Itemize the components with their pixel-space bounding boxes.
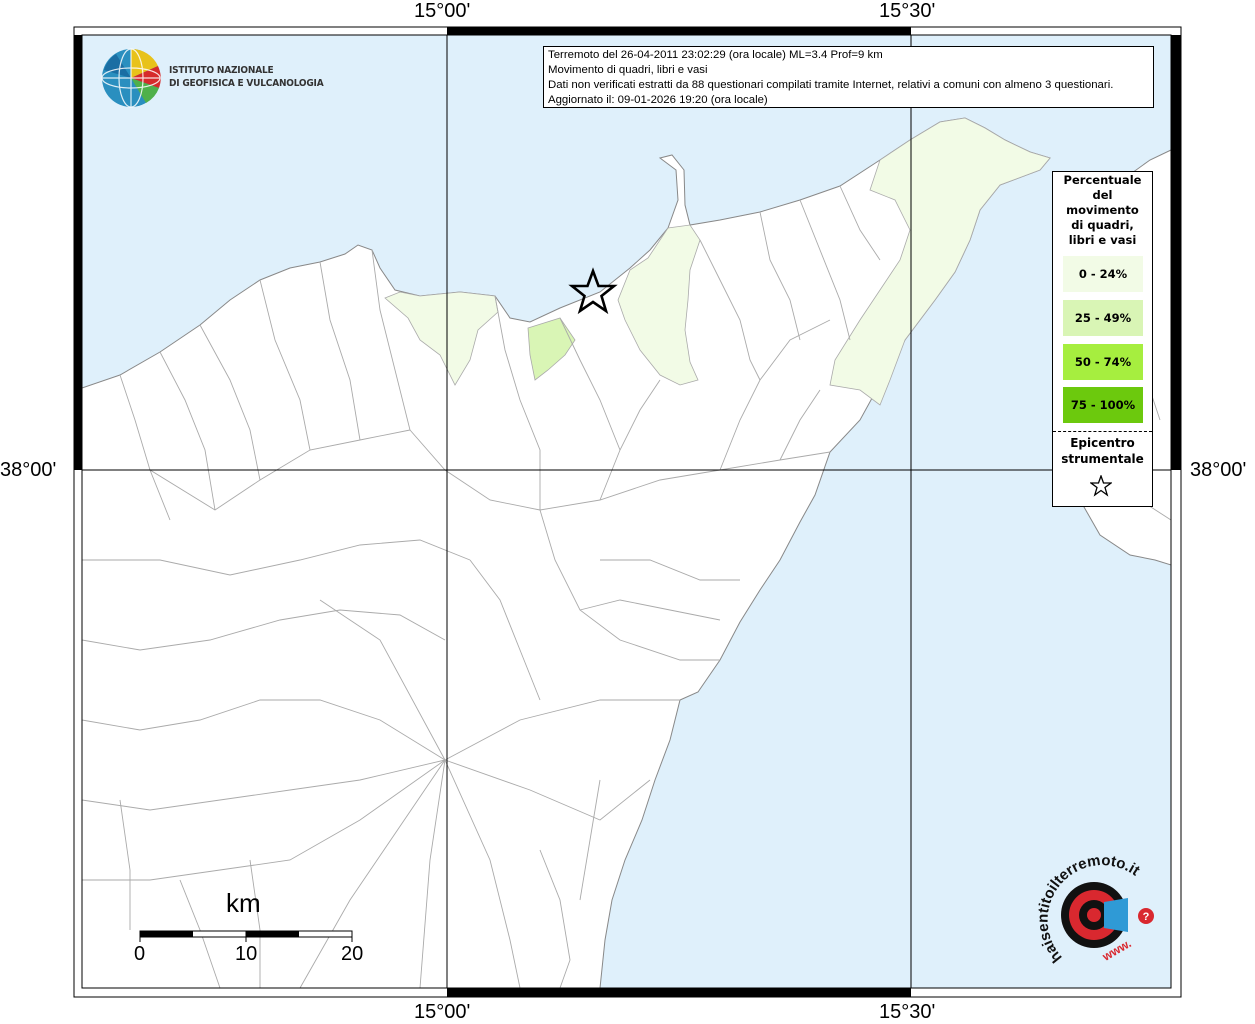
event-info-line: Aggiornato il: 09-01-2026 19:20 (ora loc… xyxy=(548,94,768,106)
event-info-box: Terremoto del 26-04-2011 23:02:29 (ora l… xyxy=(543,46,1154,108)
legend-star-icon xyxy=(1090,475,1112,497)
coord-left-lat: 38°00' xyxy=(0,459,57,481)
coord-top-left: 15°00' xyxy=(414,0,471,22)
legend-title-text: Percentuale del movimento di quadri, lib… xyxy=(1063,173,1142,247)
legend-class-50-74: 50 - 74% xyxy=(1063,344,1143,380)
institute-line-1: ISTITUTO NAZIONALE xyxy=(169,65,274,76)
map: ? haisentitoilterremoto.it www. xyxy=(73,26,1182,998)
event-info-line: Movimento di quadri, libri e vasi xyxy=(548,64,708,76)
coord-right-lat: 38°00' xyxy=(1190,459,1247,481)
legend-title: Percentuale del movimento di quadri, lib… xyxy=(1053,173,1152,248)
event-info-line: Terremoto del 26-04-2011 23:02:29 (ora l… xyxy=(548,49,883,61)
coord-bottom-left: 15°00' xyxy=(414,1001,471,1023)
svg-text:?: ? xyxy=(1143,911,1150,923)
coord-top-right: 15°30' xyxy=(879,0,936,22)
legend-class-75-100: 75 - 100% xyxy=(1063,387,1143,423)
scale-tick: 0 xyxy=(134,943,146,965)
scale-tick: 10 xyxy=(235,943,258,965)
scale-unit: km xyxy=(226,888,261,918)
institute-line-2: DI GEOFISICA E VULCANOLOGIA xyxy=(169,78,324,89)
legend-separator xyxy=(1053,431,1152,432)
coord-bottom-right: 15°30' xyxy=(879,1001,936,1023)
event-info-line: Dati non verificati estratti da 88 quest… xyxy=(548,79,1114,91)
scale-tick: 20 xyxy=(341,943,364,965)
legend-class-label: 0 - 24% xyxy=(1078,267,1128,281)
legend-epicenter-label: Epicentro strumentale xyxy=(1061,436,1144,466)
legend-class-label: 25 - 49% xyxy=(1074,311,1132,325)
legend-class-label: 50 - 74% xyxy=(1074,355,1132,369)
legend-class-25-49: 25 - 49% xyxy=(1063,300,1143,336)
ingv-logo-text: ISTITUTO NAZIONALE DI GEOFISICA E VULCAN… xyxy=(169,64,324,90)
legend: Percentuale del movimento di quadri, lib… xyxy=(1052,171,1153,507)
ingv-globe-icon xyxy=(101,48,161,108)
legend-class-label: 75 - 100% xyxy=(1070,398,1136,412)
legend-class-0-24: 0 - 24% xyxy=(1063,256,1143,292)
